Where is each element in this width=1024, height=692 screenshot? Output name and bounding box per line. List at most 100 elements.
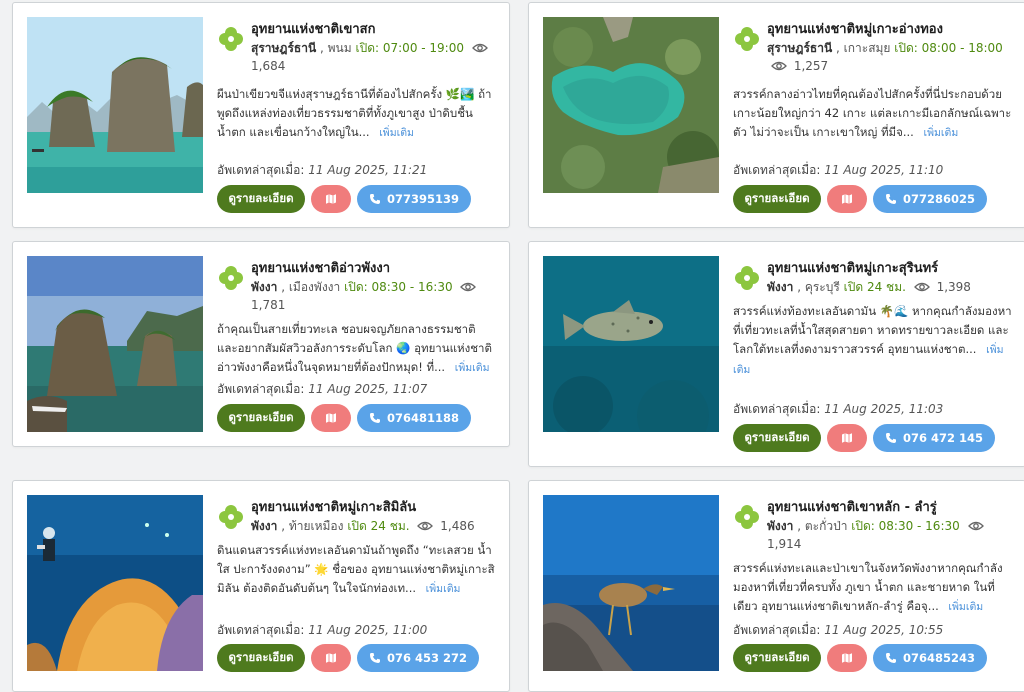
updated-time: 11 Aug 2025, 11:03: [824, 402, 944, 416]
updated-time: 11 Aug 2025, 11:21: [308, 163, 428, 177]
detail-button[interactable]: ดูรายละเอียด: [217, 644, 305, 672]
park-meta: สุราษฎร์ธานี , พนม เปิด: 07:00 - 19:00 1…: [251, 39, 499, 75]
phone-number: 076481188: [387, 411, 460, 425]
phone-button[interactable]: 076 453 272: [357, 644, 480, 672]
park-meta: พังงา , คุระบุรี เปิด 24 ชม. 1,398: [767, 278, 1015, 296]
map-button[interactable]: [827, 644, 867, 672]
updated-time: 11 Aug 2025, 11:07: [308, 382, 428, 396]
eye-icon: [460, 282, 476, 292]
park-clover-icon: [733, 264, 761, 292]
park-photo[interactable]: [543, 256, 719, 432]
park-photo[interactable]: [543, 17, 719, 193]
park-province: พังงา: [767, 519, 794, 533]
phone-button[interactable]: 076481188: [357, 404, 472, 432]
read-more-link[interactable]: เพิ่มเติม: [923, 127, 958, 139]
park-description-text: สวรรค์กลางอ่าวไทยที่คุณต้องไปสักครั้งที่…: [733, 87, 1012, 139]
map-icon: [325, 193, 337, 205]
read-more-link[interactable]: เพิ่มเติม: [948, 601, 983, 613]
updated-label: อัพเดทล่าสุดเมื่อ:: [217, 382, 305, 396]
park-clover-icon: [217, 503, 245, 531]
eye-icon: [968, 521, 984, 531]
park-views: 1,486: [440, 519, 475, 533]
read-more-link[interactable]: เพิ่มเติม: [426, 583, 461, 595]
park-title[interactable]: อุทยานแห่งชาติเขาหลัก - ลำรู่: [767, 499, 1015, 517]
park-title[interactable]: อุทยานแห่งชาติหมู่เกาะอ่างทอง: [767, 21, 1015, 39]
park-updated: อัพเดทล่าสุดเมื่อ: 11 Aug 2025, 11:07: [217, 380, 427, 399]
park-photo[interactable]: [27, 17, 203, 193]
park-actions: ดูรายละเอียด 077395139: [217, 185, 472, 213]
park-title[interactable]: อุทยานแห่งชาติหมู่เกาะสุรินทร์: [767, 260, 1015, 278]
phone-button[interactable]: 077286025: [873, 185, 988, 213]
park-description: ดินแดนสวรรค์แห่งทะเลอันดามันถ้าพูดถึง “ท…: [217, 541, 499, 599]
park-card: อุทยานแห่งชาติหมู่เกาะอ่างทอง สุราษฎร์ธา…: [528, 2, 1024, 228]
park-updated: อัพเดทล่าสุดเมื่อ: 11 Aug 2025, 11:21: [217, 161, 427, 180]
park-description-text: ถ้าคุณเป็นสายเที่ยวทะเล ชอบผจญภัยกลางธรร…: [217, 322, 492, 374]
park-description: สวรรค์กลางอ่าวไทยที่คุณต้องไปสักครั้งที่…: [733, 85, 1015, 143]
park-photo[interactable]: [27, 495, 203, 671]
map-button[interactable]: [311, 185, 351, 213]
map-button[interactable]: [311, 644, 351, 672]
park-card: อุทยานแห่งชาติเขาสก สุราษฎร์ธานี , พนม เ…: [12, 2, 510, 228]
park-actions: ดูรายละเอียด 076481188: [217, 404, 472, 432]
read-more-link[interactable]: เพิ่มเติม: [379, 127, 414, 139]
park-actions: ดูรายละเอียด 076 472 145: [733, 424, 996, 452]
phone-icon: [369, 193, 381, 205]
map-icon: [841, 432, 853, 444]
park-title[interactable]: อุทยานแห่งชาติอ่าวพังงา: [251, 260, 499, 278]
detail-button[interactable]: ดูรายละเอียด: [733, 424, 821, 452]
map-button[interactable]: [311, 404, 351, 432]
park-meta: สุราษฎร์ธานี , เกาะสมุย เปิด: 08:00 - 18…: [767, 39, 1015, 75]
park-description: ถ้าคุณเป็นสายเที่ยวทะเล ชอบผจญภัยกลางธรร…: [217, 320, 499, 378]
park-district: , ท้ายเหมือง: [281, 519, 344, 533]
park-clover-icon: [217, 264, 245, 292]
park-views: 1,684: [251, 59, 286, 73]
park-district: , ตะกั่วป่า: [797, 519, 848, 533]
phone-button[interactable]: 077395139: [357, 185, 472, 213]
park-province: พังงา: [251, 519, 278, 533]
park-photo[interactable]: [543, 495, 719, 671]
park-hours: เปิด 24 ชม.: [347, 519, 410, 533]
eye-icon: [914, 282, 930, 292]
phone-button[interactable]: 076 472 145: [873, 424, 996, 452]
detail-button[interactable]: ดูรายละเอียด: [733, 644, 821, 672]
park-title[interactable]: อุทยานแห่งชาติเขาสก: [251, 21, 499, 39]
updated-label: อัพเดทล่าสุดเมื่อ:: [733, 163, 821, 177]
park-clover-icon: [217, 25, 245, 53]
park-views: 1,914: [767, 537, 802, 551]
park-hours: เปิด: 08:30 - 16:30: [851, 519, 960, 533]
park-actions: ดูรายละเอียด 076 453 272: [217, 644, 480, 672]
park-hours: เปิด: 07:00 - 19:00: [355, 41, 465, 55]
phone-button[interactable]: 076485243: [873, 644, 988, 672]
park-province: พังงา: [251, 280, 278, 294]
phone-icon: [885, 193, 897, 205]
park-card: อุทยานแห่งชาติหมู่เกาะสุรินทร์ พังงา , ค…: [528, 241, 1024, 467]
park-meta: พังงา , ตะกั่วป่า เปิด: 08:30 - 16:30 1,…: [767, 517, 1015, 553]
park-photo[interactable]: [27, 256, 203, 432]
map-button[interactable]: [827, 185, 867, 213]
phone-icon: [369, 652, 381, 664]
read-more-link[interactable]: เพิ่มเติม: [455, 362, 490, 374]
park-meta: พังงา , เมืองพังงา เปิด: 08:30 - 16:30 1…: [251, 278, 499, 314]
park-description-text: ผืนป่าเขียวขจีแห่งสุราษฎร์ธานีที่ต้องไปส…: [217, 87, 492, 139]
detail-button[interactable]: ดูรายละเอียด: [217, 185, 305, 213]
park-views: 1,257: [793, 59, 829, 73]
detail-button[interactable]: ดูรายละเอียด: [217, 404, 305, 432]
detail-button[interactable]: ดูรายละเอียด: [733, 185, 821, 213]
park-card: อุทยานแห่งชาติเขาหลัก - ลำรู่ พังงา , ตะ…: [528, 480, 1024, 692]
park-title[interactable]: อุทยานแห่งชาติหมู่เกาะสิมิลัน: [251, 499, 499, 517]
phone-number: 076485243: [903, 651, 976, 665]
updated-label: อัพเดทล่าสุดเมื่อ:: [733, 402, 821, 416]
park-province: สุราษฎร์ธานี: [767, 41, 833, 55]
map-button[interactable]: [827, 424, 867, 452]
park-district: , เกาะสมุย: [836, 41, 891, 55]
park-card: อุทยานแห่งชาติหมู่เกาะสิมิลัน พังงา , ท้…: [12, 480, 510, 692]
park-clover-icon: [733, 503, 761, 531]
updated-time: 11 Aug 2025, 11:00: [308, 623, 428, 637]
park-description: สวรรค์แห่งทะเลและป่าเขาในจังหวัดพังงาหาก…: [733, 559, 1015, 617]
phone-number: 076 472 145: [903, 431, 984, 445]
phone-number: 077395139: [387, 192, 460, 206]
map-icon: [325, 652, 337, 664]
updated-label: อัพเดทล่าสุดเมื่อ:: [217, 623, 305, 637]
park-card: อุทยานแห่งชาติอ่าวพังงา พังงา , เมืองพัง…: [12, 241, 510, 447]
park-actions: ดูรายละเอียด 077286025: [733, 185, 988, 213]
